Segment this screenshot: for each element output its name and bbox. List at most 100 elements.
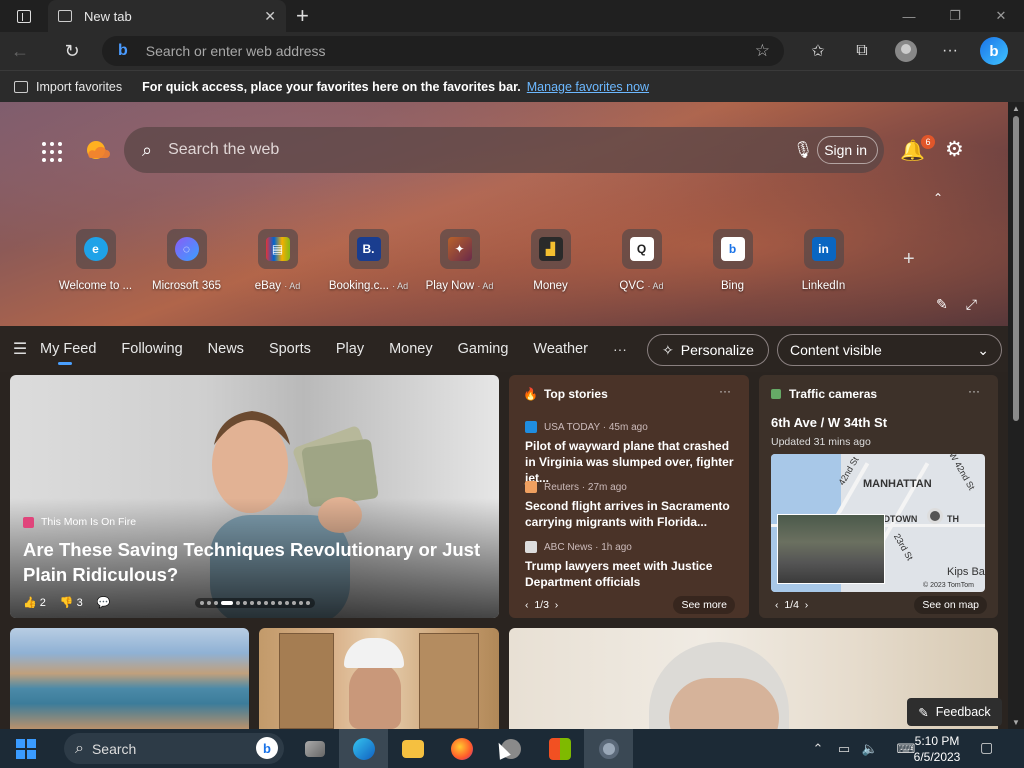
edge-taskbar-button[interactable] [339, 729, 388, 768]
menu-hamburger-icon[interactable]: ☰ [0, 339, 40, 359]
microphone-icon[interactable]: 🎙 [793, 140, 813, 160]
volume-icon[interactable]: 🔈 [857, 741, 883, 757]
story-item[interactable]: Reuters · 27m ago Second flight arrives … [525, 481, 735, 530]
favorites-message: For quick access, place your favorites h… [142, 79, 521, 94]
close-tab-icon[interactable]: ✕ [264, 8, 276, 25]
personalize-icon: ✧ [662, 341, 674, 358]
see-more-button[interactable]: See more [673, 596, 735, 614]
quick-link[interactable]: b Bing [687, 229, 778, 292]
back-button[interactable]: ← [0, 32, 40, 70]
more-tabs-icon[interactable]: ··· [613, 341, 627, 357]
web-search-box[interactable]: ⌕ Search the web 🎙 Sign in [124, 127, 884, 173]
quick-link[interactable]: in LinkedIn [778, 229, 869, 292]
traffic-camera-image[interactable] [777, 514, 885, 584]
dislike-button[interactable]: 👎 3 [60, 596, 83, 609]
tab-sports[interactable]: Sports [269, 341, 311, 357]
story-item[interactable]: USA TODAY · 45m ago Pilot of wayward pla… [525, 421, 735, 487]
stories-pager[interactable]: ‹ 1/3 › [525, 599, 558, 614]
card-more-icon[interactable]: ··· [968, 384, 980, 398]
personalize-button[interactable]: ✧ Personalize [647, 334, 769, 366]
quick-link[interactable]: ▤ eBay · Ad [232, 229, 323, 292]
tab-money[interactable]: Money [389, 341, 433, 357]
settings-active-button[interactable] [584, 729, 633, 768]
traffic-map[interactable]: MANHATTAN 42nd St W 42nd St 23rd St IDTO… [771, 454, 985, 592]
settings-more-icon[interactable]: ··· [928, 32, 972, 70]
task-view-button[interactable] [290, 729, 339, 768]
see-on-map-button[interactable]: See on map [914, 596, 987, 614]
address-bar[interactable]: b Search or enter web address ☆ [102, 36, 784, 66]
comment-icon[interactable]: 💬 [97, 596, 111, 609]
show-hidden-icons-icon[interactable]: ⌃ [805, 741, 831, 757]
article-title[interactable]: Are These Saving Techniques Revolutionar… [23, 538, 493, 588]
page-scrollbar[interactable]: ▲ ▼ [1008, 102, 1024, 729]
sign-in-button[interactable]: Sign in [817, 136, 878, 164]
feedback-button[interactable]: ✎ Feedback [907, 698, 1002, 726]
scroll-thumb[interactable] [1013, 116, 1019, 421]
card-more-icon[interactable]: ··· [719, 384, 731, 398]
start-button[interactable] [0, 729, 52, 768]
like-button[interactable]: 👍 2 [23, 596, 46, 609]
scroll-down-icon[interactable]: ▼ [1012, 718, 1020, 727]
dislike-count: 3 [76, 597, 83, 609]
page-settings-gear-icon[interactable]: ⚙ [945, 137, 964, 162]
quick-link-label: LinkedIn [801, 280, 846, 292]
edit-background-icon[interactable]: ✎ [936, 296, 948, 313]
featured-article-card[interactable]: This Mom Is On Fire Are These Saving Tec… [10, 375, 499, 618]
bing-icon: b [118, 42, 128, 59]
firefox-button[interactable] [437, 729, 486, 768]
clock[interactable]: 5:10 PM 6/5/2023 [905, 733, 969, 765]
quick-link[interactable]: ✦ Play Now · Ad [414, 229, 505, 292]
new-tab-button[interactable]: + [296, 3, 309, 29]
add-quick-link-button[interactable]: + [903, 248, 915, 271]
carousel-indicator[interactable] [195, 598, 315, 608]
tab-weather[interactable]: Weather [533, 341, 588, 357]
tab-my-feed[interactable]: My Feed [40, 341, 96, 365]
manage-favorites-link[interactable]: Manage favorites now [527, 80, 649, 94]
usa-today-logo-icon [525, 421, 537, 433]
firefox-icon [450, 737, 473, 760]
collections-icon[interactable]: ⧉ [840, 32, 884, 70]
collapse-chevron-icon[interactable]: ⌃ [933, 191, 943, 205]
app-launcher-icon[interactable] [42, 142, 62, 162]
notifications-icon[interactable]: ▢ [980, 739, 993, 756]
quick-link[interactable]: e Welcome to ... [50, 229, 141, 292]
traffic-page-indicator: 1/4 [784, 599, 799, 611]
scroll-up-icon[interactable]: ▲ [1012, 104, 1020, 113]
game-icon: ✦ [447, 237, 472, 261]
quick-link-label: Welcome to ... [58, 280, 133, 292]
network-icon[interactable]: ▭ [831, 741, 857, 757]
import-favorites-button[interactable]: Import favorites [14, 80, 122, 94]
article-card-boxes[interactable] [259, 628, 499, 729]
article-card-lake[interactable] [10, 628, 249, 729]
story-item[interactable]: ABC News · 1h ago Trump lawyers meet wit… [525, 541, 735, 590]
refresh-button[interactable]: ↻ [52, 32, 92, 70]
profile-button[interactable] [884, 32, 928, 70]
bing-icon: b [720, 237, 745, 261]
quick-link[interactable]: ▟ Money [505, 229, 596, 292]
store-button[interactable] [535, 729, 584, 768]
tab-following[interactable]: Following [121, 341, 182, 357]
settings-app-button[interactable] [486, 729, 535, 768]
copilot-button[interactable]: b [972, 32, 1016, 70]
tab-actions-icon[interactable] [0, 0, 48, 32]
file-explorer-button[interactable] [388, 729, 437, 768]
favorites-icon[interactable]: ✩ [796, 32, 840, 70]
weather-icon[interactable] [84, 138, 110, 164]
minimize-button[interactable]: — [886, 0, 932, 32]
quick-link-label: QVC [619, 280, 645, 292]
tab-new-tab[interactable]: New tab ✕ [48, 0, 286, 32]
tab-news[interactable]: News [208, 341, 244, 357]
taskbar-search[interactable]: ⌕ Search b [64, 733, 284, 764]
tab-gaming[interactable]: Gaming [458, 341, 509, 357]
add-favorite-icon[interactable]: ☆ [755, 41, 770, 61]
expand-icon[interactable]: ⤢ [966, 296, 977, 313]
traffic-cameras-card: Traffic cameras ··· 6th Ave / W 34th St … [759, 375, 998, 618]
content-visibility-dropdown[interactable]: Content visible ⌄ [777, 334, 1002, 366]
quick-link[interactable]: ◌ Microsoft 365 [141, 229, 232, 292]
restore-button[interactable]: ❐ [932, 0, 978, 32]
close-window-button[interactable]: ✕ [978, 0, 1024, 32]
quick-link[interactable]: B. Booking.c... · Ad [323, 229, 414, 292]
traffic-pager[interactable]: ‹ 1/4 › [775, 599, 808, 614]
tab-play[interactable]: Play [336, 341, 364, 357]
quick-link[interactable]: Q QVC · Ad [596, 229, 687, 292]
